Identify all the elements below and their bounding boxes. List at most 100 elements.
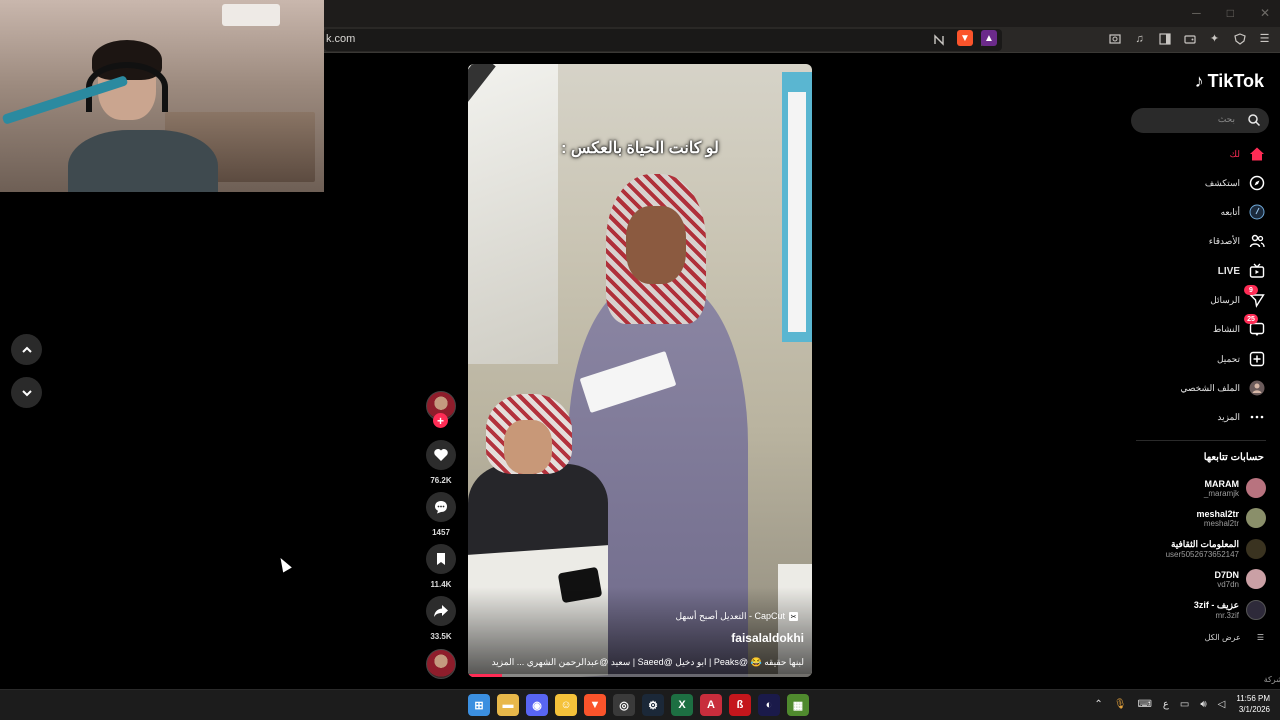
see-all-button[interactable]: ☰ عرض الكل — [1205, 633, 1264, 642]
mouse-cursor — [276, 555, 292, 573]
screen: ─ □ ✕ k.com ▼ ▲ ♫ ✦ ☰ لو كانت الحياة بال… — [0, 0, 1280, 720]
account-name: MARAM — [1204, 478, 1240, 489]
save-count: 11.4K — [430, 580, 452, 589]
windows-start-icon[interactable]: ⊞ — [468, 694, 490, 716]
following-account[interactable]: MARAM _maramjk — [1136, 475, 1266, 501]
leo-ai-icon[interactable]: ✦ — [1207, 31, 1222, 46]
home-icon — [1248, 145, 1266, 163]
like-count: 76.2K — [430, 476, 452, 485]
nav-for-you-label: لك — [1229, 148, 1240, 159]
comment-button[interactable] — [426, 492, 456, 522]
following-account[interactable]: meshal2tr meshal2tr — [1136, 505, 1266, 531]
activity-badge: 25 — [1244, 314, 1258, 324]
follow-button[interactable]: + — [433, 413, 448, 428]
maximize-button[interactable]: □ — [1227, 6, 1234, 20]
app-a-icon[interactable]: A — [700, 694, 722, 716]
nav-following-label: أتابعه — [1220, 206, 1240, 217]
obs-icon[interactable]: ◎ — [613, 694, 635, 716]
clock[interactable]: 11:56 PM 3/1/2026 — [1236, 693, 1270, 715]
account-name: المعلومات الثقافية — [1170, 539, 1239, 549]
nav-friends[interactable]: الأصدقاء — [1209, 231, 1266, 251]
like-button[interactable] — [426, 440, 456, 470]
tiktok-logo-text: TikTok — [1207, 71, 1264, 91]
excel-icon[interactable]: X — [671, 694, 693, 716]
keyboard-icon[interactable]: ⌨ — [1137, 699, 1151, 710]
video-progress-fill — [468, 674, 503, 677]
search-icon[interactable] — [1247, 113, 1261, 127]
share-arrow-icon — [434, 605, 448, 617]
nav-explore[interactable]: استكشف — [1205, 173, 1266, 193]
translate-icon[interactable] — [931, 32, 946, 47]
emoji-app-icon[interactable]: ☺ — [555, 694, 577, 716]
sound-disc[interactable] — [426, 649, 456, 679]
share-count: 33.5K — [430, 632, 452, 641]
heart-icon — [434, 449, 448, 461]
capcut-icon: ✂ — [789, 612, 798, 621]
file-explorer-icon[interactable]: ▬ — [497, 694, 519, 716]
comment-count: 1457 — [432, 528, 450, 537]
search-placeholder: بحث — [1217, 114, 1235, 124]
speaker-icon[interactable]: ◁ — [1218, 699, 1226, 710]
save-button[interactable] — [426, 544, 456, 574]
video-description[interactable]: لبنها حقيقه 😂 @Peaks | ابو دخيل @Saeed |… — [492, 657, 804, 668]
next-video-button[interactable] — [11, 377, 42, 408]
upload-icon — [1248, 350, 1266, 368]
video-player[interactable]: لو كانت الحياة بالعكس : ✂ CapCut - التعد… — [468, 64, 812, 677]
company-link[interactable]: الشركة — [1264, 675, 1280, 684]
sidebar-divider — [1136, 440, 1266, 441]
wallet-icon[interactable] — [1182, 31, 1197, 46]
tiktok-sidebar: ♪ TikTok بحث لك استكشف أتابعه الأصدقاء L… — [1130, 53, 1280, 693]
capcut-tag[interactable]: ✂ CapCut - التعديل أصبح أسهل — [675, 611, 798, 622]
nav-profile[interactable]: الملف الشخصي — [1180, 378, 1266, 398]
brave-icon[interactable]: ▼ — [584, 694, 606, 716]
nav-for-you[interactable]: لك — [1230, 144, 1266, 164]
share-button[interactable] — [426, 596, 456, 626]
live-icon — [1248, 262, 1266, 280]
network-icon[interactable]: ▭ — [1180, 699, 1189, 710]
steam-icon[interactable]: ⚙ — [642, 694, 664, 716]
app-red-icon[interactable]: ß — [729, 694, 751, 716]
nav-messages[interactable]: 9 الرسائل — [1210, 285, 1266, 310]
account-text: D7DN vd7dn — [1136, 570, 1239, 589]
nav-following[interactable]: أتابعه — [1221, 202, 1266, 222]
account-avatar — [1246, 569, 1266, 589]
discord-icon[interactable]: ◉ — [526, 694, 548, 716]
messages-icon: 9 — [1244, 285, 1266, 309]
chevron-up-icon[interactable]: ⌃ — [1094, 699, 1102, 710]
system-tray: ⌃ 🎙︎ ⌨ ع ▭ 🔊︎ ◁ 11:56 PM 3/1/2026 — [1094, 693, 1270, 715]
account-avatar — [1246, 508, 1266, 528]
nav-activity[interactable]: 25 النشاط — [1213, 314, 1266, 339]
music-icon[interactable]: ♫ — [1132, 31, 1147, 46]
search-input[interactable]: بحث — [1131, 108, 1269, 133]
profile-icon — [1248, 379, 1266, 397]
following-icon — [1248, 203, 1266, 221]
nav-more[interactable]: المزيد — [1217, 407, 1266, 427]
account-handle: mr.3zif — [1215, 611, 1239, 620]
vpn-shield-icon[interactable] — [1232, 31, 1247, 46]
tiktok-logo[interactable]: ♪ TikTok — [1195, 71, 1264, 92]
menu-icon[interactable]: ☰ — [1257, 31, 1272, 46]
microphone-icon[interactable]: 🎙︎ — [1114, 699, 1127, 710]
language-indicator[interactable]: ع — [1163, 699, 1169, 710]
address-bar[interactable]: k.com — [324, 29, 1002, 51]
following-account[interactable]: D7DN vd7dn — [1136, 566, 1266, 592]
webcam-air-conditioner — [222, 4, 280, 26]
sidebar-toggle-icon[interactable] — [1157, 31, 1172, 46]
minimize-button[interactable]: ─ — [1192, 6, 1201, 20]
account-avatar — [1246, 600, 1266, 620]
brave-shields-icon[interactable]: ▼ — [957, 30, 973, 46]
previous-video-button[interactable] — [11, 334, 42, 365]
url-text[interactable]: k.com — [326, 33, 355, 45]
minecraft-icon[interactable]: ▦ — [787, 694, 809, 716]
brave-rewards-icon[interactable]: ▲ — [981, 30, 997, 46]
tab-search-icon[interactable] — [1107, 31, 1122, 46]
app-blue-icon[interactable]: ◐ — [758, 694, 780, 716]
video-progress-bar[interactable] — [468, 674, 812, 677]
following-account[interactable]: المعلومات الثقافية user5052673652147 — [1136, 536, 1266, 562]
close-window-button[interactable]: ✕ — [1260, 6, 1270, 20]
video-author[interactable]: faisalaldokhi — [731, 631, 804, 645]
nav-live[interactable]: LIVE — [1218, 261, 1266, 281]
volume-icon[interactable]: 🔊︎ — [1200, 699, 1206, 710]
following-account[interactable]: 3zif - عزيف mr.3zif — [1136, 597, 1266, 623]
nav-upload[interactable]: تحميل — [1217, 349, 1266, 369]
